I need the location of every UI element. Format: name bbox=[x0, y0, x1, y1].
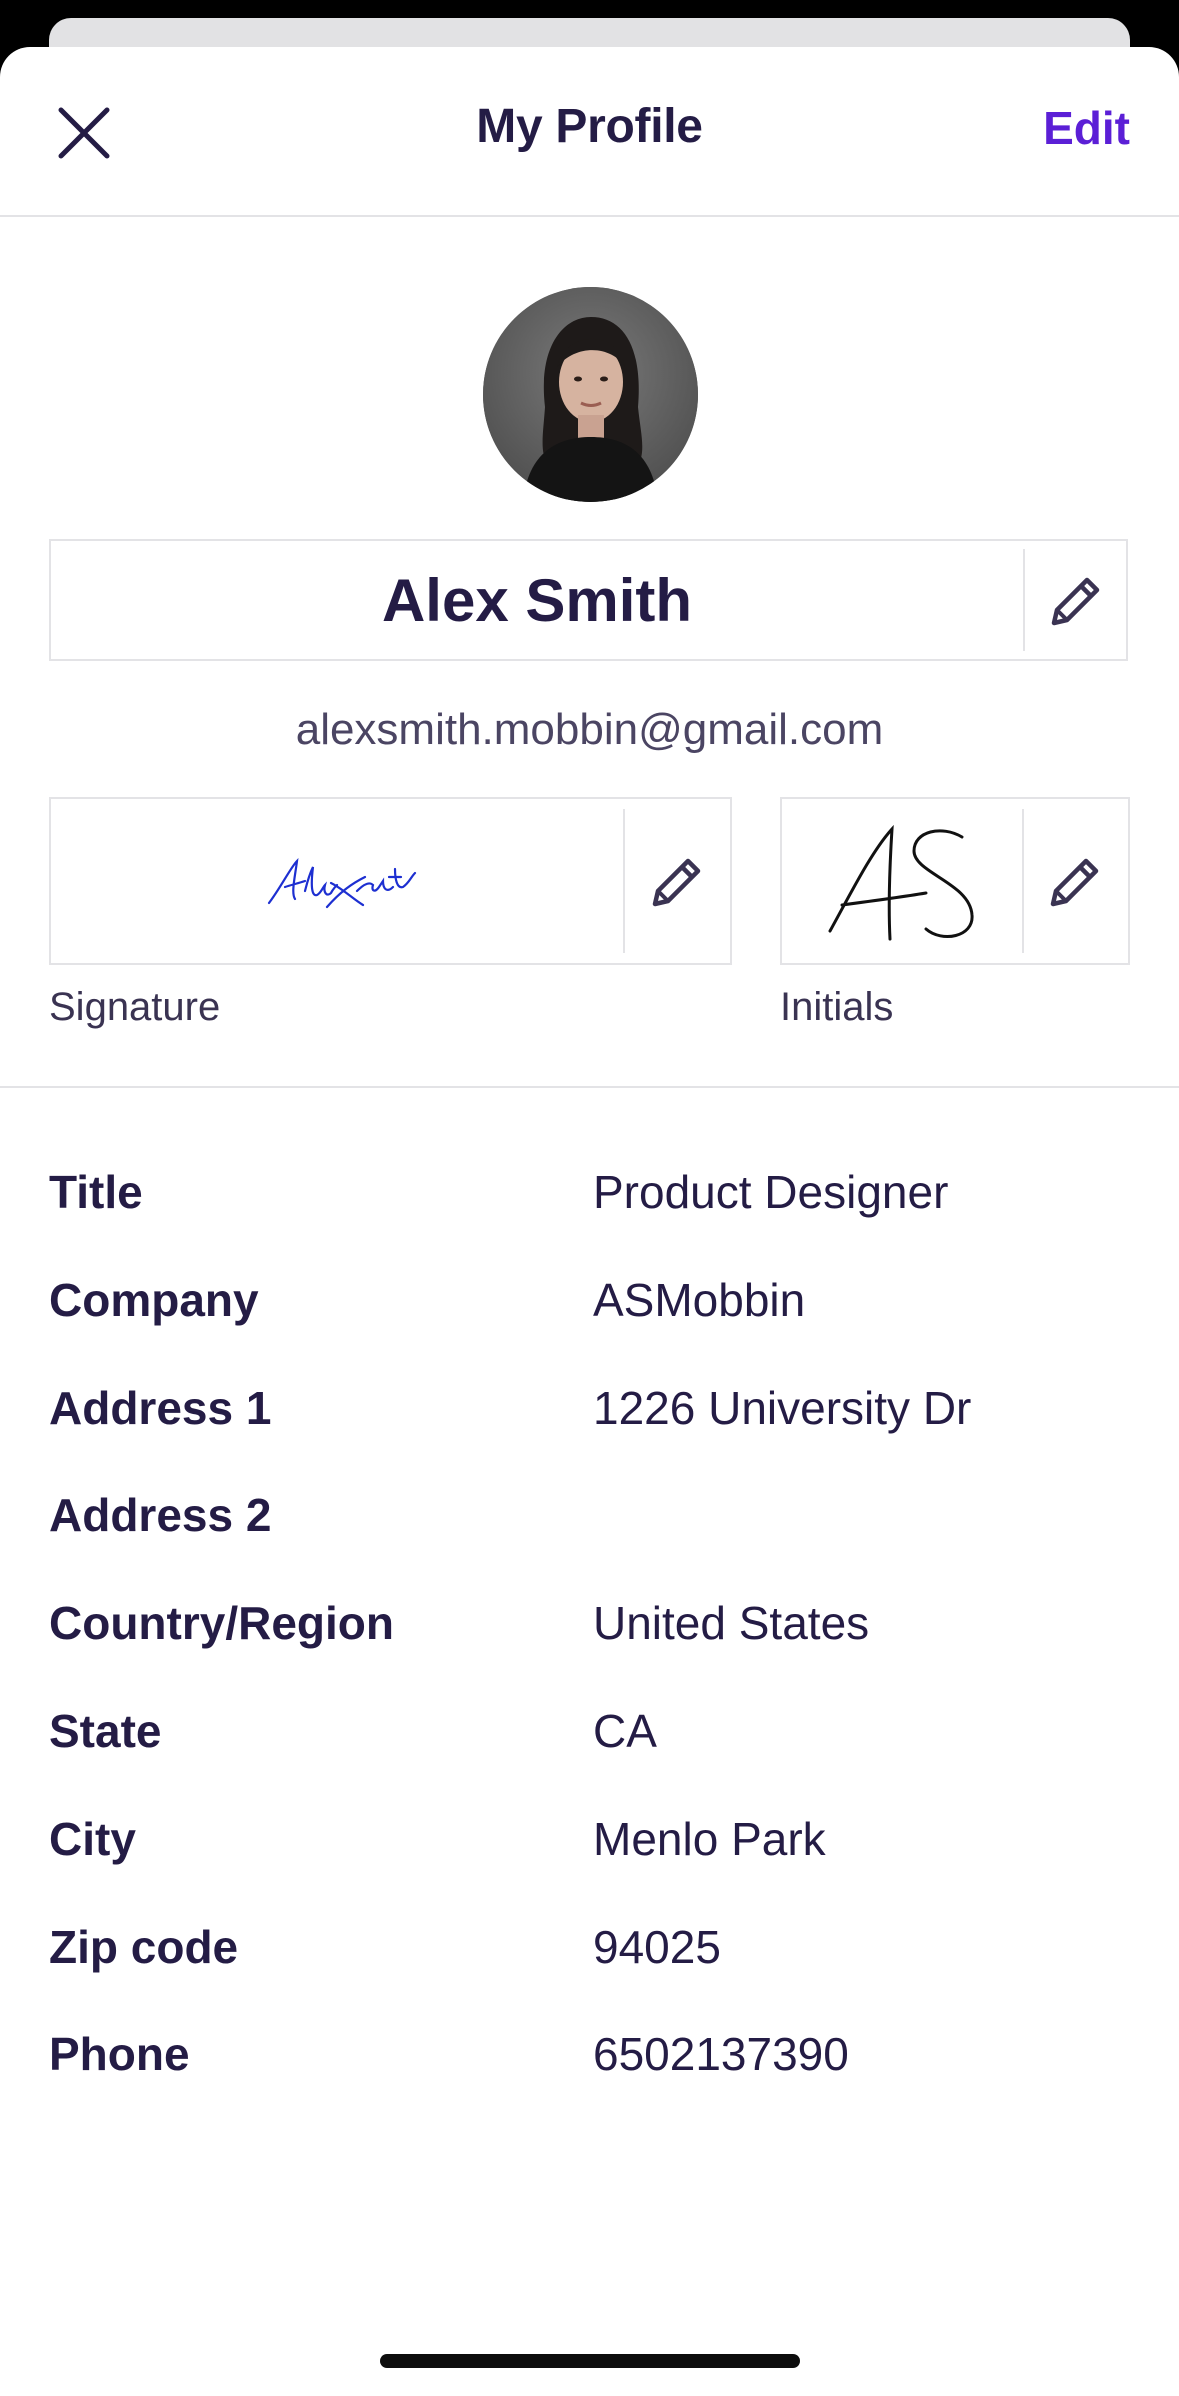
detail-value: 94025 bbox=[593, 1920, 721, 1973]
initials-field[interactable] bbox=[780, 797, 1130, 965]
signature-image bbox=[267, 857, 417, 909]
avatar bbox=[483, 287, 698, 502]
signature-label: Signature bbox=[49, 985, 221, 1029]
section-divider bbox=[0, 1086, 1179, 1088]
detail-label: Zip code bbox=[49, 1920, 239, 1973]
pencil-icon bbox=[652, 858, 700, 907]
header: My Profile Edit bbox=[0, 47, 1179, 217]
detail-row-city: City Menlo Park bbox=[0, 1812, 1179, 1920]
profile-sheet: My Profile Edit Alex Smith alexsmith.mob… bbox=[0, 47, 1179, 2396]
name-field: Alex Smith bbox=[49, 539, 1128, 661]
profile-name: Alex Smith bbox=[381, 566, 693, 634]
edit-button[interactable]: Edit bbox=[1043, 101, 1130, 155]
detail-row-title: Title Product Designer bbox=[0, 1165, 1179, 1273]
detail-value: 6502137390 bbox=[593, 2028, 849, 2081]
detail-row-phone: Phone 6502137390 bbox=[0, 2027, 1179, 2135]
detail-label: State bbox=[49, 1704, 162, 1757]
details-list: Title Product Designer Company ASMobbin … bbox=[0, 1165, 1179, 2135]
detail-label: Company bbox=[49, 1273, 259, 1326]
detail-row-address-2: Address 2 bbox=[0, 1488, 1179, 1596]
detail-value: United States bbox=[593, 1597, 870, 1650]
page-title: My Profile bbox=[476, 100, 703, 153]
pencil-icon bbox=[1051, 577, 1099, 626]
signature-field[interactable] bbox=[49, 797, 732, 965]
detail-value: CA bbox=[593, 1704, 657, 1757]
detail-label: Address 2 bbox=[49, 1489, 272, 1542]
detail-label: City bbox=[49, 1812, 136, 1865]
initials-image bbox=[828, 824, 974, 941]
avatar-photo bbox=[483, 287, 698, 502]
detail-value: 1226 University Dr bbox=[593, 1381, 972, 1434]
pencil-icon bbox=[1050, 858, 1099, 907]
edit-signature-button[interactable] bbox=[625, 799, 730, 963]
edit-name-button[interactable] bbox=[1025, 541, 1128, 659]
detail-row-zip: Zip code 94025 bbox=[0, 1920, 1179, 2028]
profile-email: alexsmith.mobbin@gmail.com bbox=[295, 705, 884, 754]
detail-label: Phone bbox=[49, 2028, 190, 2081]
detail-label: Country/Region bbox=[49, 1597, 394, 1650]
detail-row-company: Company ASMobbin bbox=[0, 1273, 1179, 1381]
detail-value: Menlo Park bbox=[593, 1812, 826, 1865]
detail-row-state: State CA bbox=[0, 1704, 1179, 1812]
detail-value: Product Designer bbox=[593, 1166, 949, 1218]
detail-row-address-1: Address 1 1226 University Dr bbox=[0, 1381, 1179, 1489]
detail-label: Address 1 bbox=[49, 1381, 272, 1434]
detail-label: Title bbox=[49, 1166, 143, 1218]
edit-initials-button[interactable] bbox=[1024, 799, 1128, 963]
home-indicator[interactable] bbox=[380, 2354, 800, 2368]
initials-label: Initials bbox=[780, 985, 894, 1029]
detail-value: ASMobbin bbox=[593, 1273, 806, 1326]
detail-row-country: Country/Region United States bbox=[0, 1596, 1179, 1704]
